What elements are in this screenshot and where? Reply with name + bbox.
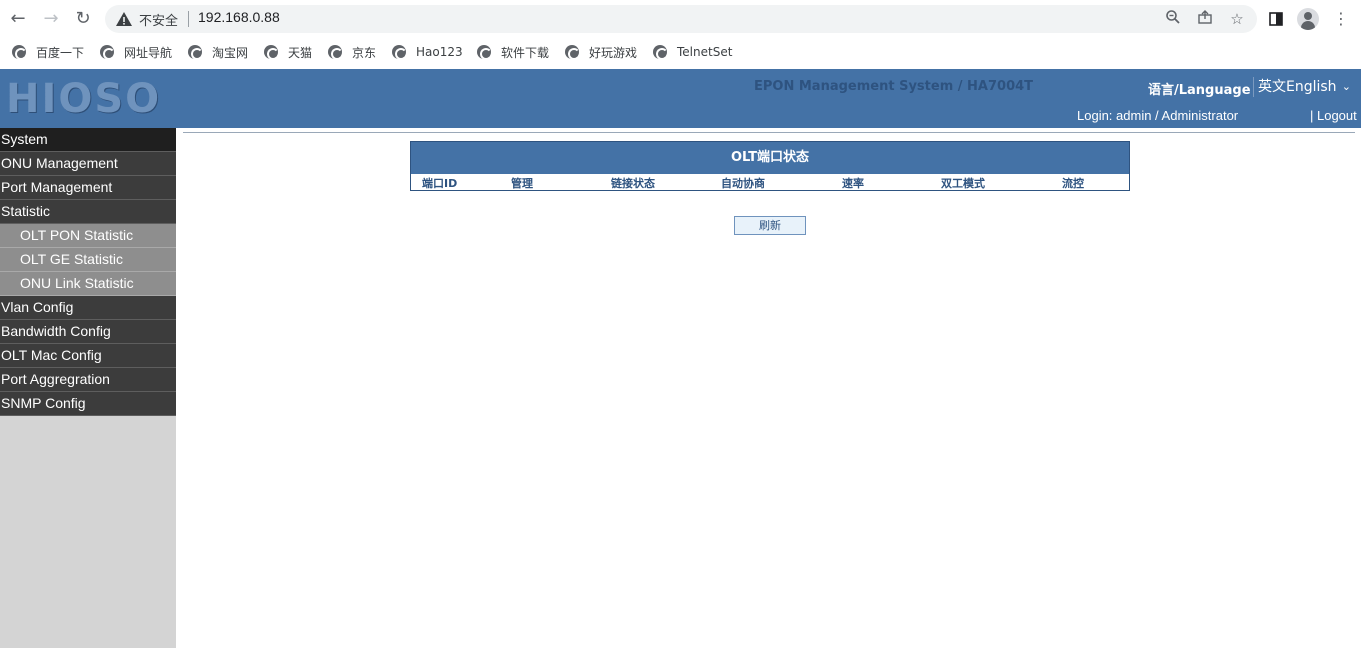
bookmark-item[interactable]: 天猫 xyxy=(264,43,312,61)
reload-icon[interactable]: ↻ xyxy=(72,8,94,30)
globe-icon xyxy=(12,45,27,60)
back-arrow-icon[interactable]: ← xyxy=(7,8,29,30)
omnibox-divider xyxy=(188,11,189,27)
globe-icon xyxy=(264,45,279,60)
sidebar-item-system[interactable]: System xyxy=(0,128,176,152)
table-title: OLT端口状态 xyxy=(411,142,1129,174)
sidebar-item-bandwidth-config[interactable]: Bandwidth Config xyxy=(0,320,176,344)
sidebar-item-onu-management[interactable]: ONU Management xyxy=(0,152,176,176)
table-header-row: 端口ID 管理 链接状态 自动协商 速率 双工模式 流控 xyxy=(411,174,1129,190)
bookmarks-bar: 百度一下 网址导航 淘宝网 天猫 京东 Hao123 软件下载 好玩游戏 Tel… xyxy=(0,37,1361,69)
sidebar-item-vlan-config[interactable]: Vlan Config xyxy=(0,296,176,320)
globe-icon xyxy=(477,45,492,60)
content-divider xyxy=(183,132,1355,133)
bookmark-item[interactable]: 好玩游戏 xyxy=(565,43,637,61)
column-header: 管理 xyxy=(511,177,533,190)
profile-avatar-icon[interactable] xyxy=(1297,8,1319,30)
address-bar[interactable]: 不安全 192.168.0.88 ☆ xyxy=(105,5,1257,33)
zoom-icon[interactable] xyxy=(1163,9,1183,29)
more-menu-icon[interactable]: ⋮ xyxy=(1330,8,1352,30)
column-header: 端口ID xyxy=(422,177,458,190)
bookmark-item[interactable]: 软件下载 xyxy=(477,43,549,61)
share-icon[interactable] xyxy=(1195,9,1215,29)
security-status: 不安全 xyxy=(139,14,179,29)
bookmark-star-icon[interactable]: ☆ xyxy=(1227,9,1247,29)
column-header: 速率 xyxy=(842,177,864,190)
globe-icon xyxy=(100,45,115,60)
globe-icon xyxy=(188,45,203,60)
bookmark-item[interactable]: 淘宝网 xyxy=(188,43,248,61)
bookmark-item[interactable]: Hao123 xyxy=(392,43,463,61)
column-header: 流控 xyxy=(1062,177,1084,190)
globe-icon xyxy=(653,45,668,60)
sidebar-item-port-management[interactable]: Port Management xyxy=(0,176,176,200)
globe-icon xyxy=(328,45,343,60)
bookmark-item[interactable]: 百度一下 xyxy=(12,43,84,61)
refresh-button[interactable]: 刷新 xyxy=(734,216,806,235)
login-info: Login: admin / Administrator xyxy=(1077,108,1239,123)
url-text[interactable]: 192.168.0.88 xyxy=(198,9,280,25)
system-title: EPON Management System / HA7004T xyxy=(754,79,1034,94)
sidebar-item-port-aggregration[interactable]: Port Aggregration xyxy=(0,368,176,392)
globe-icon xyxy=(565,45,580,60)
sidebar-item-statistic[interactable]: Statistic xyxy=(0,200,176,224)
hioso-logo: HIOSO xyxy=(6,76,162,122)
browser-toolbar: ← → ↻ 不安全 192.168.0.88 ☆ ⋮ xyxy=(0,0,1361,37)
globe-icon xyxy=(392,45,407,60)
column-header: 双工模式 xyxy=(941,177,985,190)
forward-arrow-icon[interactable]: → xyxy=(40,8,62,30)
language-label: 语言/Language xyxy=(1148,83,1251,98)
bookmark-item[interactable]: 京东 xyxy=(328,43,376,61)
sidebar-subitem-onu-link-statistic[interactable]: ONU Link Statistic xyxy=(0,272,176,296)
olt-port-status-table: OLT端口状态 端口ID 管理 链接状态 自动协商 速率 双工模式 流控 xyxy=(410,141,1130,191)
bookmark-item[interactable]: 网址导航 xyxy=(100,43,172,61)
app-header: HIOSO EPON Management System / HA7004T 语… xyxy=(0,69,1361,128)
language-selected-value: 英文English xyxy=(1258,79,1337,95)
sidebar-item-snmp-config[interactable]: SNMP Config xyxy=(0,392,176,416)
sidebar-item-olt-mac-config[interactable]: OLT Mac Config xyxy=(0,344,176,368)
sidebar-subitem-olt-ge-statistic[interactable]: OLT GE Statistic xyxy=(0,248,176,272)
language-select[interactable]: 英文English ⌄ xyxy=(1253,77,1355,97)
column-header: 链接状态 xyxy=(611,177,655,190)
sidebar-menu: System ONU Management Port Management St… xyxy=(0,128,176,648)
warning-icon[interactable] xyxy=(115,10,133,28)
chevron-down-icon: ⌄ xyxy=(1341,80,1351,93)
side-panel-icon[interactable] xyxy=(1265,8,1287,30)
bookmark-item[interactable]: TelnetSet xyxy=(653,43,732,61)
column-header: 自动协商 xyxy=(721,177,765,190)
sidebar-subitem-olt-pon-statistic[interactable]: OLT PON Statistic xyxy=(0,224,176,248)
logout-link[interactable]: | Logout xyxy=(1310,108,1357,123)
